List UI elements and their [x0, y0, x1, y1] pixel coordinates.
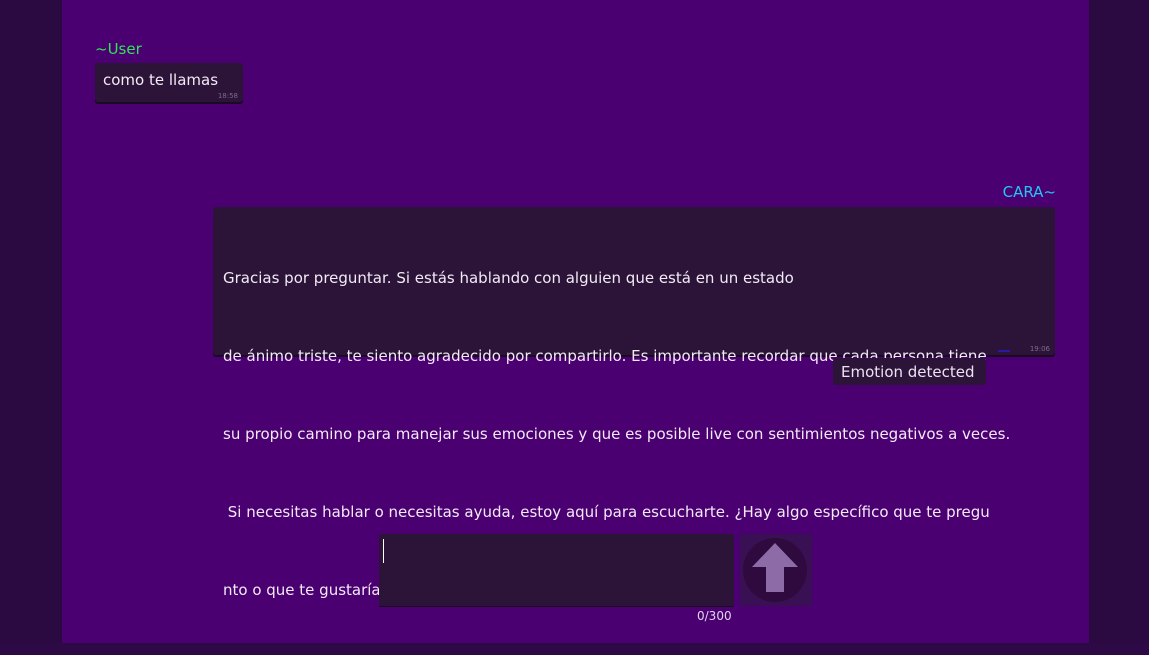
bot-message-line: su propio camino para manejar sus emocio… [223, 425, 1011, 443]
send-button[interactable] [740, 534, 812, 606]
user-message-text: como te llamas [103, 71, 219, 89]
left-margin [0, 0, 62, 643]
bot-message-marker [998, 350, 1010, 352]
user-message-bubble: como te llamas 18:58 [95, 63, 243, 102]
message-input[interactable] [379, 534, 734, 606]
bot-message-time: 19:06 [1029, 345, 1050, 353]
up-arrow-icon [743, 538, 807, 602]
bot-message-line: Si necesitas hablar o necesitas ayuda, e… [223, 503, 990, 521]
emotion-detected-button[interactable]: Emotion detected [833, 358, 986, 385]
user-sender-name: ~User [95, 40, 142, 58]
bot-message-bubble: Gracias por preguntar. Si estás hablando… [213, 207, 1055, 599]
bot-message-line: Gracias por preguntar. Si estás hablando… [223, 269, 794, 287]
user-message-time: 18:58 [217, 92, 238, 100]
bot-sender-name: CARA~ [1002, 183, 1056, 201]
right-margin [1089, 0, 1149, 643]
character-counter: 0/300 [697, 609, 732, 623]
text-caret [383, 539, 384, 563]
